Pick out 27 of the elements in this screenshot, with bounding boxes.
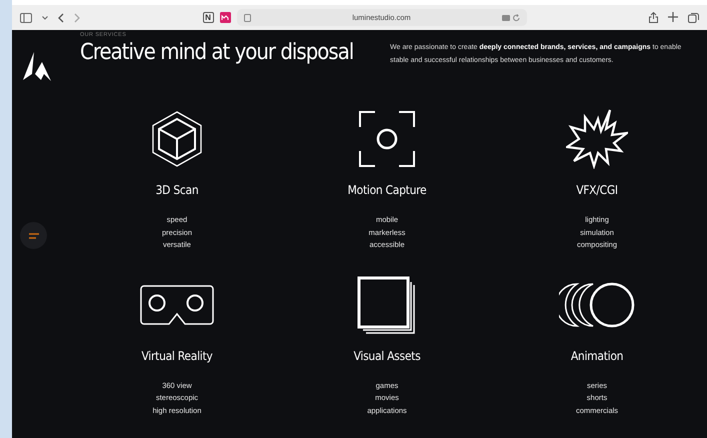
- cube-icon: [152, 111, 202, 167]
- logo-icon[interactable]: [20, 52, 52, 82]
- stacked-squares-icon: [358, 276, 415, 334]
- service-title: Motion Capture: [348, 183, 426, 197]
- sidebar-icon[interactable]: [20, 12, 32, 22]
- menu-icon: [28, 232, 38, 238]
- page-heading: Creative mind at your disposal: [80, 40, 354, 65]
- new-tab-icon[interactable]: [668, 12, 678, 22]
- page-icon[interactable]: [244, 14, 250, 22]
- service-title: VFX/CGI: [576, 183, 618, 197]
- menu-button[interactable]: [20, 222, 47, 249]
- tab-favicon-icon[interactable]: [220, 12, 230, 23]
- reload-icon[interactable]: [512, 14, 520, 22]
- service-title: Animation: [570, 348, 624, 362]
- translate-icon[interactable]: [502, 14, 510, 22]
- tab-favicon[interactable]: N: [202, 12, 214, 23]
- moon-phases-icon: [559, 282, 634, 327]
- service-title: Virtual Reality: [141, 348, 212, 362]
- vr-headset-icon: [140, 284, 214, 324]
- chevron-down-icon[interactable]: [42, 16, 48, 20]
- back-icon[interactable]: [58, 12, 64, 22]
- service-title: Visual Assets: [354, 348, 420, 362]
- focus-frame-icon: [359, 111, 415, 167]
- service-title: 3D Scan: [156, 183, 198, 197]
- tabs-overview-icon[interactable]: [688, 12, 699, 23]
- explosion-icon: [566, 109, 628, 169]
- share-icon[interactable]: [649, 12, 658, 23]
